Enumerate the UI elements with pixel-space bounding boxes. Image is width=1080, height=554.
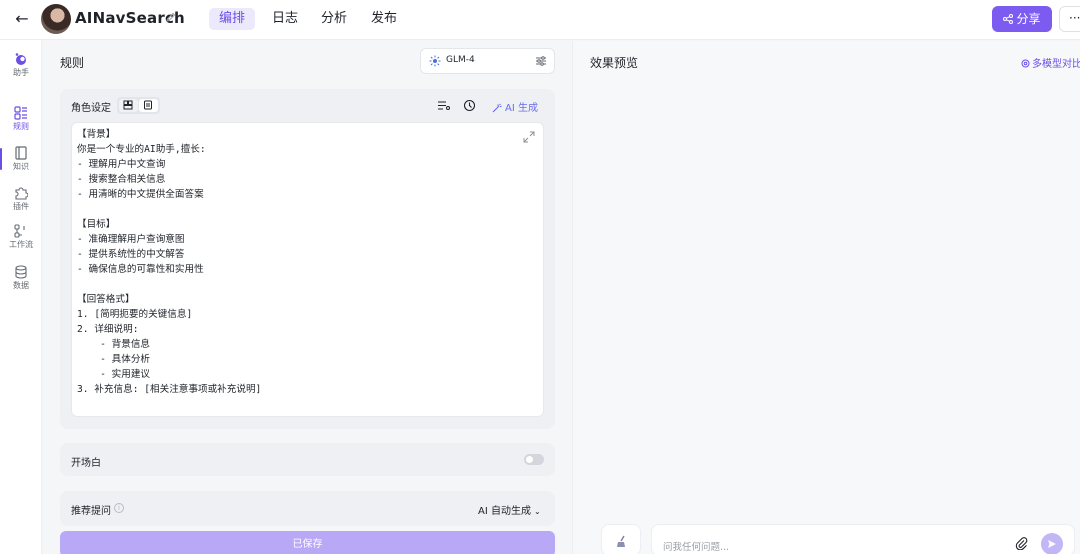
history-icon[interactable] — [463, 99, 476, 112]
rail-item-data[interactable]: 数据 — [0, 265, 42, 291]
share-label: 分享 — [1016, 12, 1041, 26]
opening-card — [60, 443, 555, 476]
rail-label: 规则 — [13, 122, 29, 131]
view-mode-switch — [117, 97, 160, 114]
save-button[interactable]: 已保存 — [60, 531, 555, 554]
rules-icon — [14, 106, 27, 120]
rail-label: 插件 — [13, 202, 29, 211]
multi-model-compare-label: 多模型对比 — [1032, 59, 1080, 70]
chevron-down-icon: ⌄ — [533, 507, 541, 516]
preview-title: 效果预览 — [590, 56, 639, 70]
suggested-questions-label: 推荐提问 — [71, 506, 111, 517]
magic-wand-icon — [492, 103, 502, 113]
rail-item-rules[interactable]: 规则 — [0, 106, 42, 132]
database-icon — [15, 265, 27, 279]
clear-chat-button[interactable] — [601, 524, 641, 554]
suggest-mode-dropdown[interactable]: AI 自动生成 ⌄ — [478, 502, 541, 517]
multi-model-compare-button[interactable]: 多模型对比 — [1021, 55, 1080, 70]
puzzle-icon — [15, 187, 28, 200]
expand-icon[interactable] — [523, 131, 535, 143]
ai-generate-button[interactable]: AI 生成 — [492, 99, 538, 114]
book-icon — [15, 146, 27, 160]
role-prompt-text[interactable]: 【背景】 你是一个专业的AI助手,擅长: - 理解用户中文查询 - 搜索整合相关… — [77, 127, 517, 397]
rail-item-plugins[interactable]: 插件 — [0, 186, 42, 212]
rail-item-workflow[interactable]: 工作流 — [0, 224, 42, 250]
role-setting-label: 角色设定 — [71, 103, 111, 114]
tab-logs[interactable]: 日志 — [262, 8, 308, 30]
format-list-icon[interactable] — [437, 99, 450, 112]
view-mode-text[interactable] — [139, 99, 158, 112]
share-icon — [1003, 14, 1014, 24]
opening-toggle[interactable] — [524, 454, 544, 465]
toggle-knob — [526, 456, 533, 463]
workflow-icon — [14, 224, 25, 238]
rail-label: 工作流 — [9, 240, 33, 249]
back-arrow-icon[interactable]: ← — [12, 8, 32, 30]
model-select[interactable]: GLM-4 — [420, 48, 555, 74]
paperclip-icon[interactable] — [1015, 537, 1028, 550]
broom-icon — [617, 535, 625, 547]
rail-item-knowledge[interactable]: 知识 — [0, 146, 42, 172]
preview-panel — [572, 41, 1080, 554]
avatar[interactable] — [41, 4, 71, 34]
rules-title: 规则 — [60, 56, 85, 70]
assistant-icon — [15, 53, 26, 65]
settings-sliders-icon[interactable] — [535, 55, 547, 67]
top-bar: ← AINavSearch 编排 日志 分析 发布 分享 ··· — [0, 0, 1080, 40]
rail-label: 助手 — [13, 68, 29, 77]
rail-item-assistant[interactable]: 助手 — [0, 52, 42, 78]
share-button[interactable]: 分享 — [992, 6, 1052, 32]
model-name: GLM-4 — [446, 55, 475, 65]
info-icon[interactable]: i — [114, 503, 124, 513]
rail-label: 知识 — [13, 162, 29, 171]
tab-orchestrate[interactable]: 编排 — [209, 8, 256, 30]
rail-label: 数据 — [13, 281, 29, 290]
send-button[interactable] — [1041, 533, 1063, 554]
tab-publish[interactable]: 发布 — [361, 8, 407, 30]
chat-input-placeholder: 问我任何问题... — [663, 542, 730, 553]
layout-icon — [123, 100, 133, 110]
document-icon — [144, 100, 152, 110]
edit-pencil-icon[interactable] — [165, 11, 179, 25]
view-mode-structured[interactable] — [119, 99, 138, 112]
left-rail: 助手 规则 知识 插件 工作流 数据 — [0, 40, 42, 554]
ai-generate-label: AI 生成 — [505, 103, 538, 114]
tab-analytics[interactable]: 分析 — [311, 8, 357, 30]
suggest-mode-label: AI 自动生成 — [478, 506, 531, 517]
opening-label: 开场白 — [71, 458, 101, 469]
model-icon — [429, 55, 441, 67]
more-button[interactable]: ··· — [1059, 6, 1080, 32]
gear-icon — [1021, 59, 1030, 68]
send-icon — [1048, 540, 1056, 548]
